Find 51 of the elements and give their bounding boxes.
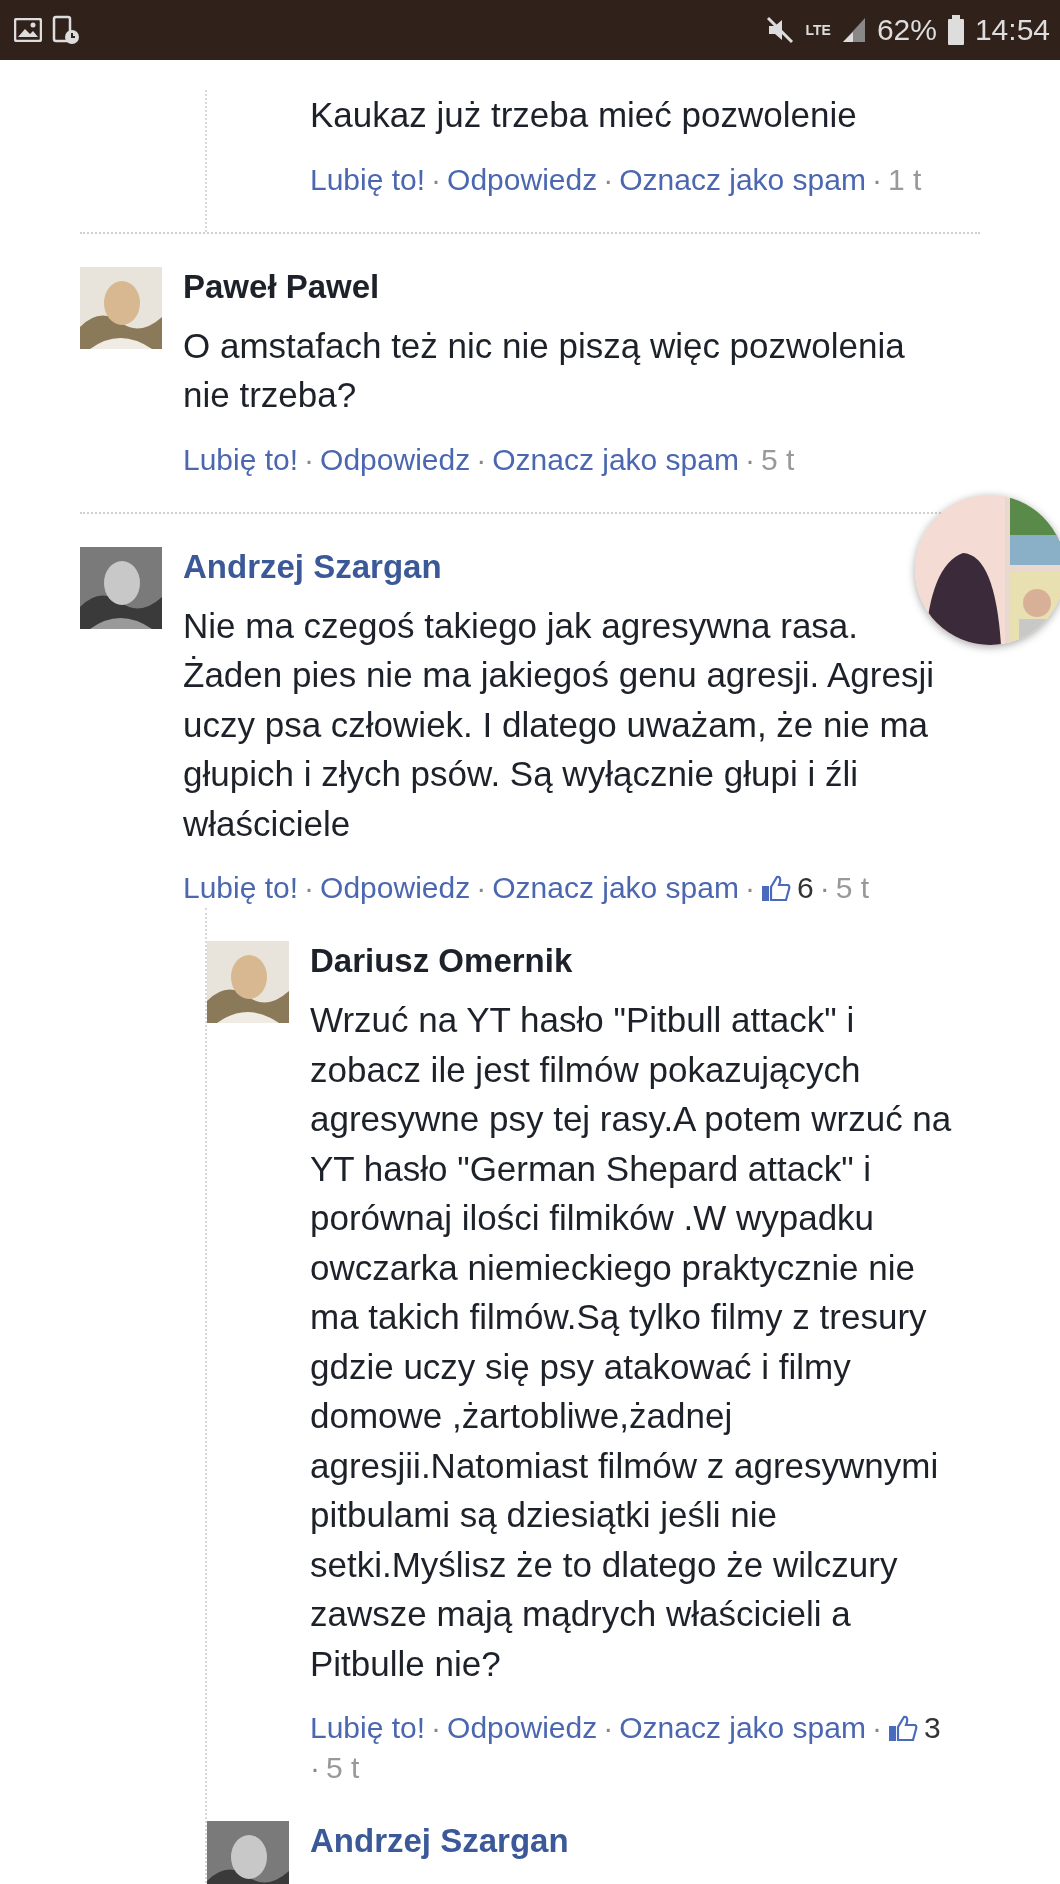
report-spam-link[interactable]: Oznacz jako spam	[619, 159, 866, 200]
like-link[interactable]: Lubię to!	[310, 159, 426, 200]
separator: ·	[476, 870, 487, 906]
reply-link[interactable]: Odpowiedz	[320, 439, 471, 480]
mute-icon	[765, 15, 796, 45]
signal-icon	[840, 16, 867, 44]
timestamp: 1 t	[887, 161, 922, 198]
author-name: Dariusz Omernik	[310, 941, 573, 981]
author-name: Paweł Pawel	[183, 266, 380, 307]
like-link[interactable]: Lubię to!	[310, 1708, 426, 1748]
author-link[interactable]: Andrzej Szargan	[310, 1821, 569, 1861]
timestamp: 5 t	[326, 1750, 360, 1786]
comment-text: Nie ma czegoś takiego jak agresywna rasa. Żaden pies nie ma jakiegoś genu agresji. Agresji uczy psa człowiek. I dlatego uważam, że nie ma głupich i złych psów. Są wyłącznie głupi i źli właściciele	[183, 604, 934, 845]
like-count: 3	[923, 1710, 941, 1746]
separator: ·	[310, 1750, 320, 1786]
author-link[interactable]: Andrzej Szargan	[183, 546, 442, 587]
like-link[interactable]: Lubię to!	[183, 439, 299, 480]
separator: ·	[871, 161, 882, 198]
comment-text: Wrzuć na YT hasło "Pitbull attack" i zobacz ile jest filmów pokazujących agresywne psy tej rasy.A potem wrzuć na YT hasło "German Shepard attack" i porównaj ilości filmików .W wypadku owczarka niemieckiego praktycznie nie ma takich filmów.Są tylko filmy z tresury gdzie uczy się psy atakować i filmy domowe ,żartobliwe,żadnej agresjii.Natomiast filmów z agresywnymi pitbulami są dziesiątki jeśli nie setki.Myślisz że to dlatego że wilczury zawsze mają mądrych właścicieli a Pitbulle nie?	[310, 999, 953, 1685]
separator: ·	[431, 161, 442, 198]
separator: ·	[476, 441, 487, 478]
battery-percent: 62%	[876, 13, 937, 47]
chat-head-button[interactable]	[915, 495, 1060, 645]
reply-link[interactable]: Odpowiedz	[320, 868, 471, 908]
thumbs-up-icon	[887, 1714, 918, 1742]
screenshot-icon	[52, 15, 80, 45]
reply-link[interactable]: Odpowiedz	[447, 159, 598, 200]
timestamp: 5 t	[760, 441, 795, 478]
separator: ·	[304, 441, 315, 478]
separator: ·	[431, 1710, 442, 1746]
separator: ·	[744, 441, 755, 478]
like-link[interactable]: Lubię to!	[183, 868, 299, 908]
report-spam-link[interactable]: Oznacz jako spam	[492, 439, 739, 480]
comment-text: O amstafach też nic nie piszą więc pozwolenia nie trzeba?	[183, 324, 905, 416]
report-spam-link[interactable]: Oznacz jako spam	[619, 1708, 866, 1748]
separator: ·	[304, 870, 315, 906]
battery-icon	[946, 15, 965, 45]
like-count: 6	[796, 870, 814, 906]
reply-link[interactable]: Odpowiedz	[447, 1708, 598, 1748]
thumbs-up-icon	[760, 874, 791, 902]
separator: ·	[871, 1710, 882, 1746]
separator: ·	[819, 870, 830, 906]
report-spam-link[interactable]: Oznacz jako spam	[492, 868, 739, 908]
clock: 14:54	[974, 13, 1050, 47]
image-icon	[14, 18, 42, 42]
comment-text: Kaukaz już trzeba mieć pozwolenie	[310, 94, 858, 136]
separator: ·	[603, 161, 614, 198]
timestamp: 5 t	[835, 870, 869, 906]
separator: ·	[603, 1710, 614, 1746]
network-type: LTE	[805, 22, 831, 38]
separator: ·	[744, 870, 755, 906]
